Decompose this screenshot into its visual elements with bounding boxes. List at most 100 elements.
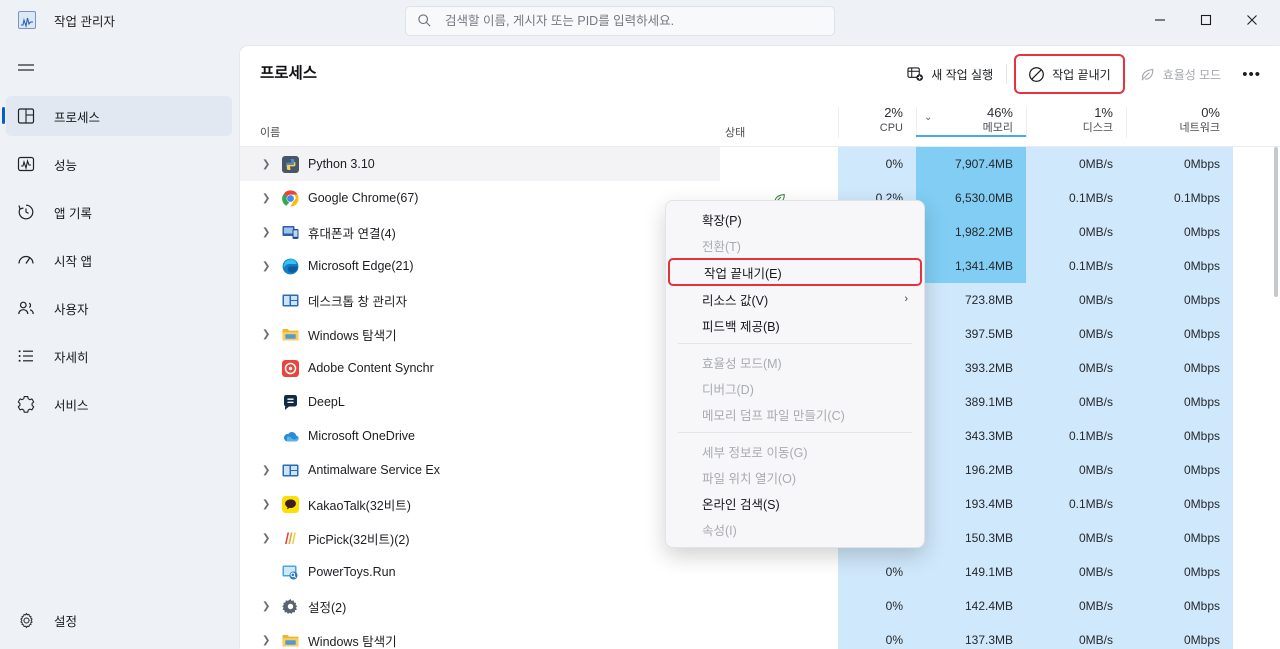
context-menu-item-label: 세부 정보로 이동(G) bbox=[702, 442, 808, 461]
context-menu-item-label: 작업 끝내기(E) bbox=[704, 263, 782, 282]
sidebar-item-settings[interactable]: 설정 bbox=[6, 600, 232, 640]
chevron-right-icon[interactable]: ❯ bbox=[262, 499, 270, 510]
chevron-down-icon: ⌄ bbox=[924, 112, 932, 123]
context-menu-separator bbox=[678, 343, 912, 344]
run-new-task-button[interactable]: 새 작업 실행 bbox=[897, 57, 1003, 91]
context-menu-item[interactable]: 피드백 제공(B) bbox=[670, 312, 920, 338]
kakaotalk-icon bbox=[282, 496, 299, 513]
memory-value: 1,982.2MB bbox=[955, 225, 1013, 239]
network-cell: 0Mbps bbox=[1126, 283, 1233, 317]
network-value: 0Mbps bbox=[1184, 531, 1220, 545]
sidebar-item-3[interactable]: 시작 앱 bbox=[6, 240, 232, 280]
disk-value: 0MB/s bbox=[1079, 361, 1113, 375]
chevron-right-icon[interactable]: ❯ bbox=[262, 533, 270, 544]
efficiency-mode-button[interactable]: 효율성 모드 bbox=[1129, 57, 1232, 91]
disk-value: 0MB/s bbox=[1079, 293, 1113, 307]
sidebar-item-0[interactable]: 프로세스 bbox=[6, 96, 232, 136]
context-menu-item[interactable]: 확장(P) bbox=[670, 206, 920, 232]
process-name-cell[interactable]: ❯Python 3.10 bbox=[240, 147, 720, 181]
process-name-cell[interactable]: ❯Antimalware Service Ex bbox=[240, 453, 720, 487]
process-name-cell[interactable]: ❯KakaoTalk(32비트) bbox=[240, 487, 720, 521]
sidebar-nav: 프로세스성능앱 기록시작 앱사용자자세히서비스 bbox=[0, 96, 240, 424]
process-name-cell[interactable]: PowerToys.Run bbox=[240, 555, 720, 589]
context-menu[interactable]: 확장(P)전환(T)작업 끝내기(E)리소스 값(V)›피드백 제공(B)효율성… bbox=[665, 200, 925, 548]
chevron-right-icon[interactable]: ❯ bbox=[262, 227, 270, 238]
disk-cell: 0MB/s bbox=[1026, 317, 1126, 351]
column-header-status[interactable]: 상태 bbox=[725, 124, 745, 140]
context-menu-item: 메모리 덤프 파일 만들기(C) bbox=[670, 401, 920, 427]
network-cell: 0Mbps bbox=[1126, 623, 1233, 649]
column-header-name[interactable]: 이름 bbox=[260, 124, 280, 140]
chevron-right-icon[interactable]: ❯ bbox=[262, 635, 270, 646]
memory-cell: 1,341.4MB bbox=[916, 249, 1026, 283]
chevron-right-icon[interactable]: ❯ bbox=[262, 193, 270, 204]
search-input[interactable] bbox=[445, 14, 815, 28]
sidebar-item-2[interactable]: 앱 기록 bbox=[6, 192, 232, 232]
process-name-cell[interactable]: ❯ Google Chrome(67) bbox=[240, 181, 720, 215]
memory-cell: 193.4MB bbox=[916, 487, 1026, 521]
sidebar-item-4[interactable]: 사용자 bbox=[6, 288, 232, 328]
process-name-cell[interactable]: ❯PicPick(32비트)(2) bbox=[240, 521, 720, 555]
column-header-memory[interactable]: ⌄ 46% 메모리 bbox=[916, 104, 1026, 136]
more-options-button[interactable]: ••• bbox=[1231, 57, 1272, 91]
network-value: 0Mbps bbox=[1184, 463, 1220, 477]
process-name-cell[interactable]: ❯Windows 탐색기 bbox=[240, 623, 720, 649]
users-icon bbox=[16, 298, 36, 318]
network-cell: 0Mbps bbox=[1126, 147, 1233, 181]
sidebar-item-label: 앱 기록 bbox=[54, 203, 92, 222]
task-manager-window: 작업 관리자 bbox=[0, 0, 1280, 649]
powertoys-icon bbox=[282, 564, 299, 581]
chevron-right-icon[interactable]: ❯ bbox=[262, 329, 270, 340]
minimize-button[interactable] bbox=[1137, 0, 1183, 40]
scrollbar-thumb[interactable] bbox=[1274, 147, 1278, 297]
maximize-button[interactable] bbox=[1183, 0, 1229, 40]
services-icon bbox=[16, 394, 36, 414]
context-menu-item[interactable]: 작업 끝내기(E) bbox=[668, 258, 922, 286]
column-header-disk[interactable]: 1% 디스크 bbox=[1026, 104, 1126, 136]
network-cell: 0Mbps bbox=[1126, 351, 1233, 385]
memory-cell: 196.2MB bbox=[916, 453, 1026, 487]
chevron-right-icon[interactable]: ❯ bbox=[262, 159, 270, 170]
process-name-cell[interactable]: ❯Windows 탐색기 bbox=[240, 317, 720, 351]
table-row[interactable]: ❯설정(2)0%142.4MB0MB/s0Mbps bbox=[240, 589, 1280, 623]
vertical-scrollbar[interactable] bbox=[1272, 147, 1280, 649]
column-header-cpu[interactable]: 2% CPU bbox=[838, 104, 916, 136]
process-name-cell[interactable]: ❯휴대폰과 연결(4) bbox=[240, 215, 720, 249]
sidebar-item-5[interactable]: 자세히 bbox=[6, 336, 232, 376]
settings-icon bbox=[282, 598, 299, 615]
column-header-network[interactable]: 0% 네트워크 bbox=[1126, 104, 1233, 136]
hamburger-menu-icon[interactable] bbox=[6, 48, 46, 88]
network-total: 0% bbox=[1126, 104, 1220, 121]
process-name-cell[interactable]: Microsoft OneDrive bbox=[240, 419, 720, 453]
cpu-cell: 0% bbox=[838, 555, 916, 589]
disk-value: 0.1MB/s bbox=[1069, 497, 1113, 511]
disk-value: 0MB/s bbox=[1079, 463, 1113, 477]
table-row[interactable]: ❯Python 3.100%7,907.4MB0MB/s0Mbps bbox=[240, 147, 1280, 181]
process-name: Google Chrome(67) bbox=[308, 191, 418, 205]
process-name-cell[interactable]: 데스크톱 창 관리자 bbox=[240, 283, 720, 317]
process-name-cell[interactable]: DeepL bbox=[240, 385, 720, 419]
memory-cell: 389.1MB bbox=[916, 385, 1026, 419]
chevron-right-icon[interactable]: ❯ bbox=[262, 601, 270, 612]
search-box[interactable] bbox=[405, 6, 835, 36]
table-row[interactable]: PowerToys.Run0%149.1MB0MB/s0Mbps bbox=[240, 555, 1280, 589]
sidebar-item-1[interactable]: 성능 bbox=[6, 144, 232, 184]
disk-cell: 0.1MB/s bbox=[1026, 249, 1126, 283]
table-row[interactable]: ❯Windows 탐색기0%137.3MB0MB/s0Mbps bbox=[240, 623, 1280, 649]
end-task-button[interactable]: 작업 끝내기 bbox=[1018, 57, 1121, 91]
chevron-right-icon[interactable]: ❯ bbox=[262, 261, 270, 272]
context-menu-item-label: 전환(T) bbox=[702, 236, 741, 255]
close-button[interactable] bbox=[1229, 0, 1275, 40]
context-menu-item[interactable]: 온라인 검색(S) bbox=[670, 490, 920, 516]
process-name-cell[interactable]: ❯Microsoft Edge(21) bbox=[240, 249, 720, 283]
phone-link-icon bbox=[282, 224, 299, 241]
context-menu-item[interactable]: 리소스 값(V)› bbox=[670, 286, 920, 312]
network-value: 0.1Mbps bbox=[1174, 191, 1220, 205]
process-name-cell[interactable]: ❯설정(2) bbox=[240, 589, 720, 623]
chevron-right-icon[interactable]: ❯ bbox=[262, 465, 270, 476]
gear-icon bbox=[16, 610, 36, 630]
sidebar-item-label: 시작 앱 bbox=[54, 251, 92, 270]
sidebar-item-6[interactable]: 서비스 bbox=[6, 384, 232, 424]
process-name-cell[interactable]: Adobe Content Synchr bbox=[240, 351, 720, 385]
context-menu-item-label: 디버그(D) bbox=[702, 379, 754, 398]
